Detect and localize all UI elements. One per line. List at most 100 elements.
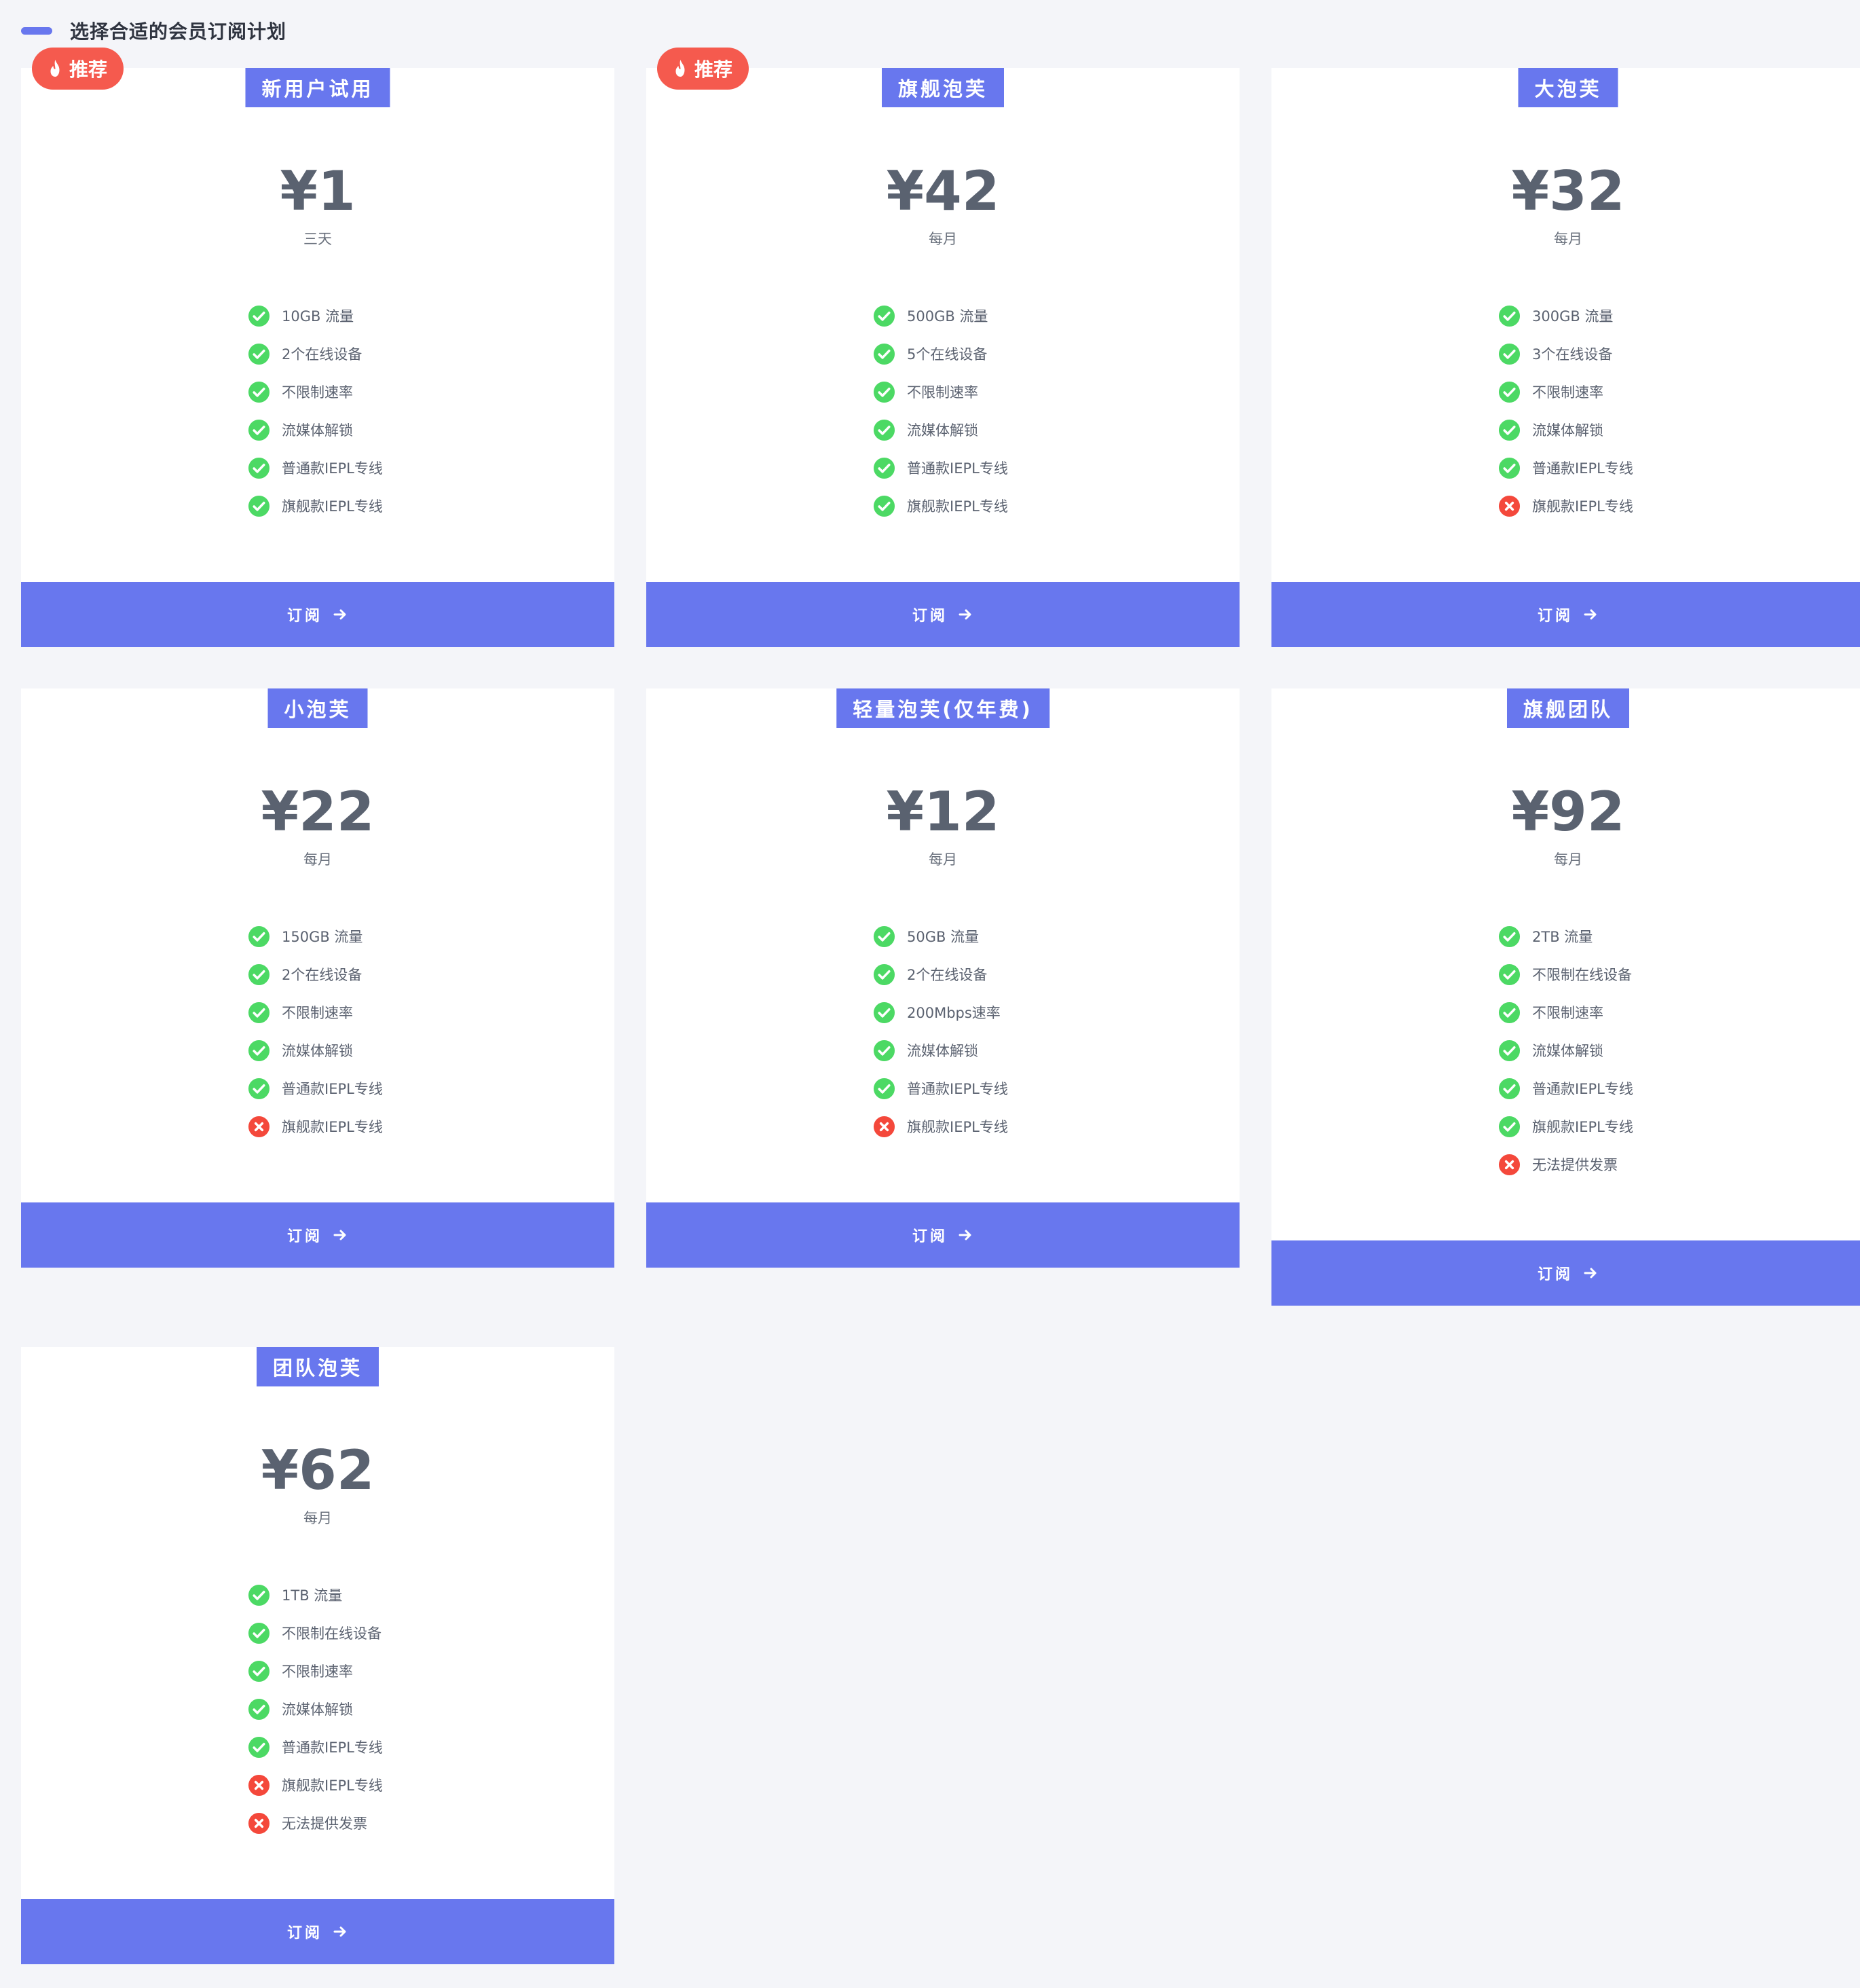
check-icon [248, 1622, 270, 1644]
check-icon [1498, 457, 1521, 479]
check-icon [248, 1039, 270, 1062]
feature-item: 普通款IEPL专线 [873, 1069, 1008, 1107]
feature-label: 普通款IEPL专线 [282, 460, 383, 477]
plan-name: 大泡芙 [1518, 68, 1618, 107]
cross-icon-graphic [248, 1774, 270, 1796]
feature-item: 不限制速率 [1498, 993, 1633, 1031]
subscribe-button[interactable]: 订阅 [1271, 582, 1860, 647]
check-icon [1498, 305, 1521, 327]
feature-label: 50GB 流量 [907, 929, 980, 945]
subscribe-label: 订阅 [912, 608, 948, 625]
feature-label: 无法提供发票 [1532, 1157, 1618, 1173]
feature-item: 流媒体解锁 [1498, 411, 1633, 449]
subscribe-button[interactable]: 订阅 [21, 582, 614, 647]
plan-card: 新用户试用 ¥1 三天 10GB 流量 2个在线设备 不限制速率 流媒体解锁 普通款IEPL专… [21, 68, 614, 647]
subscribe-label: 订阅 [286, 1925, 322, 1942]
check-icon [248, 1736, 270, 1759]
feature-item: 不限制在线设备 [248, 1614, 383, 1652]
check-icon [873, 457, 895, 479]
feature-list: 500GB 流量 5个在线设备 不限制速率 流媒体解锁 普通款IEPL专线 旗舰款IEPL… [873, 297, 1008, 525]
check-icon-graphic [873, 495, 895, 517]
check-icon-graphic [873, 1039, 895, 1061]
subscribe-button[interactable]: 订阅 [21, 1899, 614, 1964]
subscribe-label: 订阅 [286, 608, 322, 625]
feature-item: 1TB 流量 [248, 1576, 383, 1614]
check-icon-graphic [248, 381, 270, 403]
feature-label: 流媒体解锁 [282, 422, 353, 439]
arrow-right-icon-graphic [1584, 609, 1597, 620]
subscribe-button[interactable]: 订阅 [21, 1202, 614, 1268]
feature-label: 200Mbps速率 [907, 1005, 1001, 1021]
cross-icon [248, 1774, 270, 1797]
recommend-badge: 推荐 [657, 48, 749, 90]
check-icon-graphic [1498, 305, 1521, 327]
recommend-badge: 推荐 [32, 48, 124, 90]
arrow-right-icon [957, 606, 973, 623]
feature-item: 50GB 流量 [873, 917, 1008, 955]
feature-item: 普通款IEPL专线 [1498, 449, 1633, 487]
subscribe-button[interactable]: 订阅 [646, 1202, 1240, 1268]
plan-price: ¥42 [886, 160, 1000, 223]
plan-price: ¥1 [280, 160, 356, 223]
check-icon-graphic [248, 1001, 270, 1023]
check-icon-graphic [873, 457, 895, 479]
plan-card: 轻量泡芙(仅年费) ¥12 每月 50GB 流量 2个在线设备 200Mbps速率 流媒体解… [646, 688, 1240, 1268]
check-icon [873, 925, 895, 948]
feature-label: 旗舰款IEPL专线 [282, 1778, 383, 1794]
feature-item: 普通款IEPL专线 [1498, 1069, 1633, 1107]
feature-list: 150GB 流量 2个在线设备 不限制速率 流媒体解锁 普通款IEPL专线 旗舰款IEPL… [248, 917, 383, 1145]
check-icon [248, 1660, 270, 1682]
check-icon-graphic [1498, 343, 1521, 365]
cross-icon-graphic [1498, 495, 1521, 517]
flame-icon-graphic [50, 60, 60, 77]
subscribe-label: 订阅 [1537, 608, 1573, 625]
check-icon [248, 963, 270, 986]
check-icon-graphic [248, 1039, 270, 1061]
feature-item: 旗舰款IEPL专线 [1498, 1107, 1633, 1145]
feature-label: 300GB 流量 [1532, 308, 1614, 325]
check-icon [1498, 925, 1521, 948]
arrow-right-icon [332, 1227, 348, 1243]
plan-period: 每月 [929, 231, 957, 247]
subscribe-button[interactable]: 订阅 [646, 582, 1240, 647]
feature-label: 流媒体解锁 [1532, 1043, 1603, 1059]
feature-item: 旗舰款IEPL专线 [1498, 487, 1633, 525]
feature-item: 不限制速率 [248, 993, 383, 1031]
feature-label: 不限制速率 [907, 384, 978, 401]
arrow-right-icon-graphic [333, 1926, 346, 1937]
feature-label: 不限制速率 [1532, 1005, 1603, 1021]
check-icon [873, 1001, 895, 1024]
cross-icon-graphic [1498, 1154, 1521, 1175]
arrow-right-icon-graphic [959, 609, 971, 620]
check-icon [248, 925, 270, 948]
plan-price: ¥92 [1511, 780, 1625, 843]
check-icon-graphic [873, 1078, 895, 1099]
feature-item: 旗舰款IEPL专线 [873, 487, 1008, 525]
check-icon-graphic [248, 1584, 270, 1606]
cross-icon [248, 1116, 270, 1138]
feature-label: 2个在线设备 [907, 967, 988, 983]
feature-label: 不限制速率 [282, 1663, 353, 1680]
arrow-right-icon-graphic [333, 1230, 346, 1240]
feature-item: 2个在线设备 [873, 955, 1008, 993]
plan-period: 每月 [1554, 231, 1582, 247]
feature-item: 5个在线设备 [873, 335, 1008, 373]
feature-item: 不限制速率 [1498, 373, 1633, 411]
check-icon [1498, 1116, 1521, 1138]
feature-label: 不限制速率 [1532, 384, 1603, 401]
plan-name: 新用户试用 [245, 68, 390, 107]
header-accent-bar [21, 26, 52, 35]
check-icon-graphic [248, 925, 270, 947]
plan-period: 每月 [303, 1510, 332, 1526]
feature-item: 2个在线设备 [248, 335, 383, 373]
cross-icon [248, 1812, 270, 1835]
feature-item: 3个在线设备 [1498, 335, 1633, 373]
feature-item: 2个在线设备 [248, 955, 383, 993]
subscribe-button[interactable]: 订阅 [1271, 1240, 1860, 1306]
feature-label: 2TB 流量 [1532, 929, 1593, 945]
flame-icon [47, 58, 64, 79]
feature-label: 3个在线设备 [1532, 346, 1613, 363]
flame-icon-graphic [675, 60, 685, 77]
check-icon [873, 963, 895, 986]
check-icon-graphic [873, 343, 895, 365]
